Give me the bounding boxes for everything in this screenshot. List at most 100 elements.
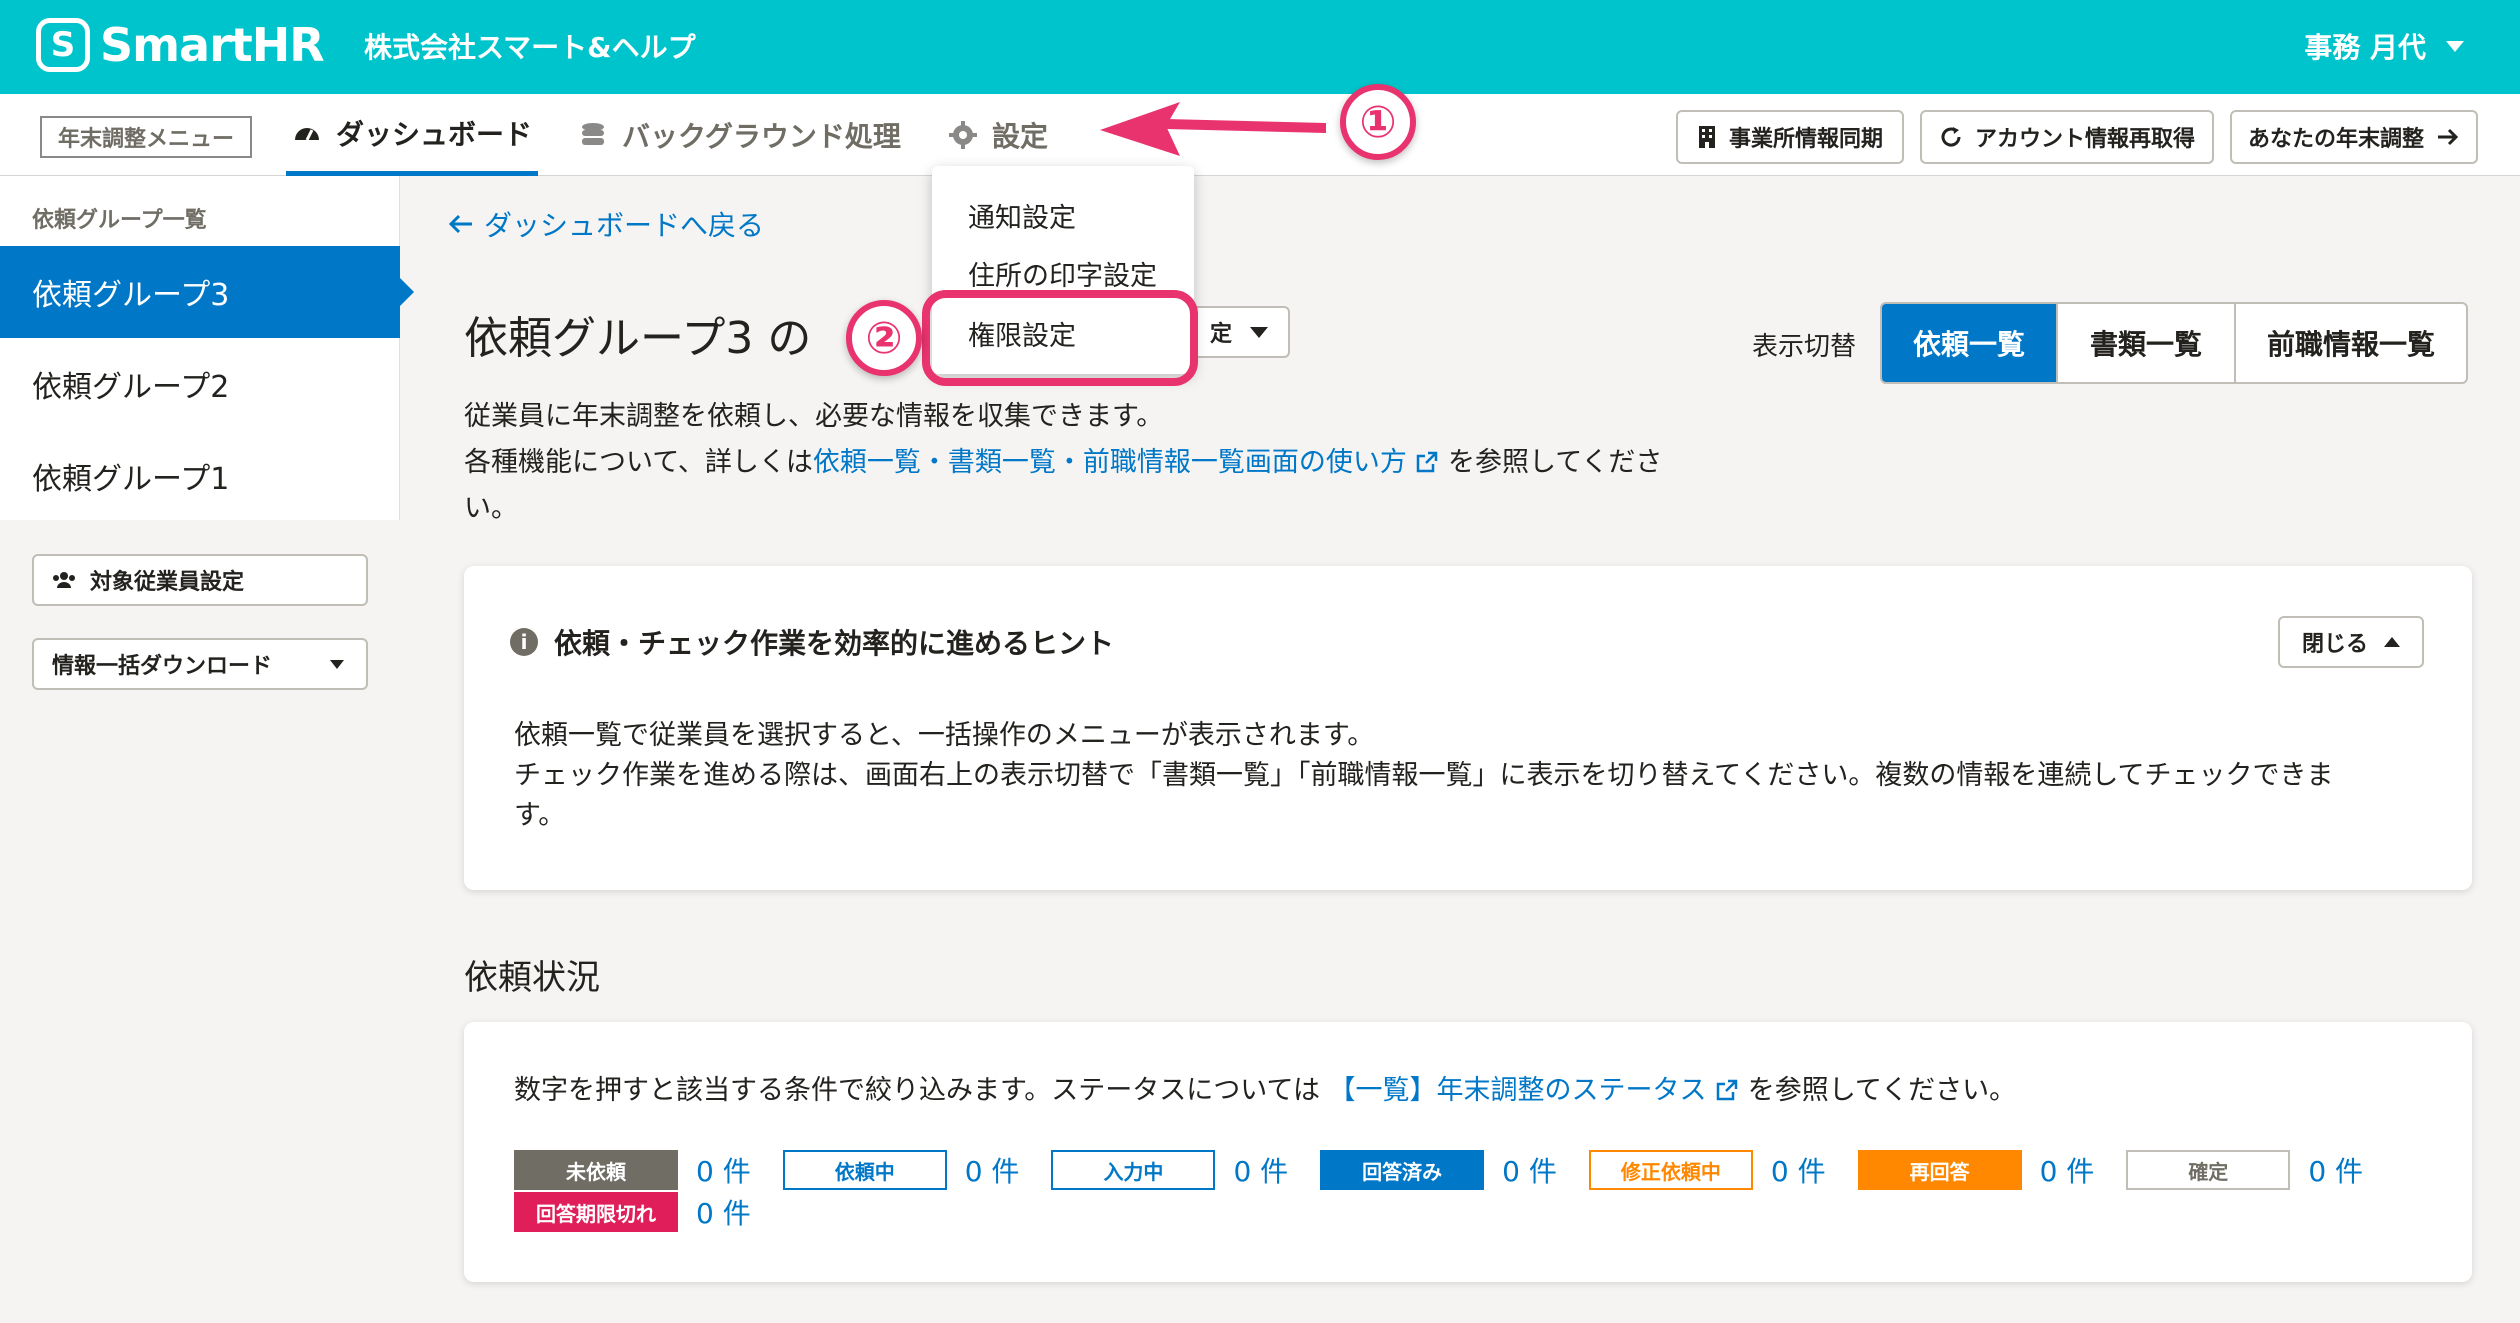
building-icon bbox=[1698, 126, 1715, 148]
status-not-requested[interactable]: 未依頼 0 件 bbox=[514, 1150, 751, 1190]
tab-settings-label: 設定 bbox=[992, 120, 1049, 153]
sidebar-heading: 依頼グループ一覧 bbox=[32, 208, 207, 233]
view-previous-job-list-button[interactable]: 前職情報一覧 bbox=[2236, 304, 2466, 382]
sidebar-item-group2[interactable]: 依頼グループ2 bbox=[0, 338, 400, 430]
status-answered[interactable]: 回答済み 0 件 bbox=[1320, 1150, 1557, 1190]
description-line: い。 bbox=[464, 493, 518, 524]
back-link-label: ダッシュボードへ戻る bbox=[484, 209, 765, 242]
status-badge: 未依頼 bbox=[514, 1150, 678, 1190]
usage-guide-link[interactable]: 依頼一覧・書類一覧・前職情報一覧画面の使い方 bbox=[813, 447, 1440, 478]
status-badge: 修正依頼中 bbox=[1588, 1150, 1753, 1190]
arrow-left-icon bbox=[448, 214, 472, 234]
your-year-end-button[interactable]: あなたの年末調整 bbox=[2230, 110, 2478, 164]
year-end-menu-label: 年末調整メニュー bbox=[40, 116, 252, 158]
group-settings-select-label: 定 bbox=[1209, 322, 1232, 347]
arrow-right-icon bbox=[2438, 128, 2459, 146]
hint-body-line: す。 bbox=[514, 800, 566, 831]
app-header: S SmartHR 株式会社スマート&ヘルプ 事務 月代 bbox=[0, 0, 2520, 94]
sidebar-item-group1[interactable]: 依頼グループ1 bbox=[0, 430, 400, 522]
sync-office-info-label: 事業所情報同期 bbox=[1728, 127, 1883, 152]
status-badge: 再回答 bbox=[1857, 1150, 2022, 1190]
close-hint-button[interactable]: 閉じる bbox=[2278, 616, 2424, 668]
status-count-link[interactable]: 0 件 bbox=[965, 1150, 1020, 1190]
description-line: 各種機能について、詳しくは依頼一覧・書類一覧・前職情報一覧画面の使い方 を参照し… bbox=[464, 440, 1724, 486]
target-employee-settings-label: 対象従業員設定 bbox=[90, 570, 245, 595]
tab-background-label: バックグラウンド処理 bbox=[622, 120, 901, 153]
status-requested[interactable]: 依頼中 0 件 bbox=[782, 1150, 1020, 1190]
status-count-link[interactable]: 0 件 bbox=[696, 1150, 751, 1190]
tab-dashboard[interactable]: ダッシュボード bbox=[286, 94, 539, 176]
hint-title: i 依頼・チェック作業を効率的に進めるヒント bbox=[510, 622, 1114, 662]
status-in-progress[interactable]: 入力中 0 件 bbox=[1051, 1150, 1288, 1190]
status-re-answered[interactable]: 再回答 0 件 bbox=[1857, 1150, 2095, 1190]
status-badge: 回答期限切れ bbox=[514, 1192, 678, 1232]
sidebar-item-group3[interactable]: 依頼グループ3 bbox=[0, 246, 414, 338]
annotation-marker-2: ② bbox=[846, 300, 922, 376]
refresh-icon bbox=[1941, 127, 1961, 147]
back-to-dashboard-link[interactable]: ダッシュボードへ戻る bbox=[448, 204, 764, 244]
status-expired[interactable]: 回答期限切れ 0 件 bbox=[514, 1192, 751, 1232]
hint-body-line: 依頼一覧で従業員を選択すると、一括操作のメニューが表示されます。 bbox=[514, 720, 1375, 751]
status-description-text: を参照してください。 bbox=[1747, 1075, 2017, 1106]
bulk-download-label: 情報一括ダウンロード bbox=[52, 654, 273, 679]
chevron-up-icon bbox=[2384, 637, 2400, 647]
sidebar-item-label: 依頼グループ3 bbox=[32, 278, 230, 313]
refetch-account-button[interactable]: アカウント情報再取得 bbox=[1920, 110, 2214, 164]
bulk-download-dropdown[interactable]: 情報一括ダウンロード bbox=[32, 638, 368, 690]
status-revision-requested[interactable]: 修正依頼中 0 件 bbox=[1588, 1150, 1826, 1190]
user-name: 事務 月代 bbox=[2304, 31, 2426, 64]
sync-office-info-button[interactable]: 事業所情報同期 bbox=[1676, 110, 1904, 164]
hint-title-text: 依頼・チェック作業を効率的に進めるヒント bbox=[554, 627, 1115, 660]
usage-guide-link-label: 依頼一覧・書類一覧・前職情報一覧画面の使い方 bbox=[812, 447, 1407, 478]
close-hint-label: 閉じる bbox=[2301, 632, 2368, 657]
status-count-link[interactable]: 0 件 bbox=[696, 1192, 751, 1232]
external-link-icon bbox=[1716, 1079, 1738, 1101]
logo-mark-icon: S bbox=[36, 18, 90, 72]
tab-settings[interactable]: 設定 bbox=[948, 94, 1048, 176]
description-text: を参照してくださ bbox=[1448, 447, 1663, 478]
status-guide-link[interactable]: 【一覧】年末調整のステータス bbox=[1329, 1075, 1740, 1106]
view-request-list-button[interactable]: 依頼一覧 bbox=[1882, 304, 2058, 382]
page-description: 従業員に年末調整を依頼し、必要な情報を収集できます。 各種機能について、詳しくは… bbox=[464, 394, 1724, 532]
target-employee-settings-button[interactable]: 対象従業員設定 bbox=[32, 554, 368, 606]
status-description: 数字を押すと該当する条件で絞り込みます。ステータスについては 【一覧】年末調整の… bbox=[514, 1068, 2016, 1107]
view-toggle-group: 依頼一覧 書類一覧 前職情報一覧 bbox=[1880, 302, 2468, 384]
company-name: 株式会社スマート&ヘルプ bbox=[364, 31, 696, 64]
tab-background-processing[interactable]: バックグラウンド処理 bbox=[578, 94, 901, 176]
status-count-link[interactable]: 0 件 bbox=[1233, 1150, 1288, 1190]
dashboard-icon bbox=[295, 127, 319, 141]
status-row: 回答期限切れ 0 件 bbox=[514, 1192, 783, 1232]
annotation-marker-1: ① bbox=[1340, 84, 1416, 160]
page-title: 依頼グループ3 の bbox=[464, 313, 812, 364]
view-document-list-button[interactable]: 書類一覧 bbox=[2058, 304, 2236, 382]
users-icon bbox=[53, 572, 75, 588]
menu-item-notification-settings[interactable]: 通知設定 bbox=[968, 196, 1076, 235]
status-badge: 入力中 bbox=[1051, 1150, 1216, 1190]
status-count-link[interactable]: 0 件 bbox=[2040, 1150, 2095, 1190]
status-count-link[interactable]: 0 件 bbox=[2308, 1150, 2363, 1190]
annotation-highlight-box bbox=[922, 290, 1198, 386]
database-icon bbox=[582, 123, 604, 145]
description-line: 従業員に年末調整を依頼し、必要な情報を収集できます。 bbox=[464, 401, 1164, 432]
chevron-down-icon bbox=[1250, 326, 1268, 338]
smarthr-logo[interactable]: S SmartHR bbox=[36, 18, 325, 72]
hint-card: i 依頼・チェック作業を効率的に進めるヒント 閉じる 依頼一覧で従業員を選択する… bbox=[464, 566, 2472, 890]
sidebar: 依頼グループ一覧 依頼グループ3 依頼グループ2 依頼グループ1 対象従業員設定… bbox=[0, 176, 414, 1323]
hint-body: 依頼一覧で従業員を選択すると、一括操作のメニューが表示されます。 チェック作業を… bbox=[514, 716, 2444, 836]
request-status-heading: 依頼状況 bbox=[464, 958, 600, 998]
sidebar-item-label: 依頼グループ2 bbox=[32, 370, 230, 405]
external-link-icon bbox=[1417, 451, 1438, 473]
status-badge: 確定 bbox=[2126, 1150, 2291, 1190]
status-confirmed[interactable]: 確定 0 件 bbox=[2126, 1150, 2363, 1190]
user-menu[interactable]: 事務 月代 bbox=[2304, 26, 2464, 66]
status-guide-link-label: 【一覧】年末調整のステータス bbox=[1328, 1075, 1707, 1106]
chevron-down-icon bbox=[2446, 40, 2464, 52]
logo-text: SmartHR bbox=[100, 18, 325, 72]
status-count-link[interactable]: 0 件 bbox=[1771, 1150, 1826, 1190]
hint-body-line: チェック作業を進める際は、画面右上の表示切替で「書類一覧」「前職情報一覧」に表示… bbox=[514, 760, 2334, 791]
menu-item-address-print-settings[interactable]: 住所の印字設定 bbox=[968, 254, 1157, 293]
status-row: 未依頼 0 件 依頼中 0 件 入力中 0 件 回答済み 0 件 修正依頼中 0… bbox=[514, 1150, 2395, 1190]
status-badge: 依頼中 bbox=[782, 1150, 947, 1190]
status-count-link[interactable]: 0 件 bbox=[1502, 1150, 1557, 1190]
gear-icon bbox=[949, 121, 977, 149]
